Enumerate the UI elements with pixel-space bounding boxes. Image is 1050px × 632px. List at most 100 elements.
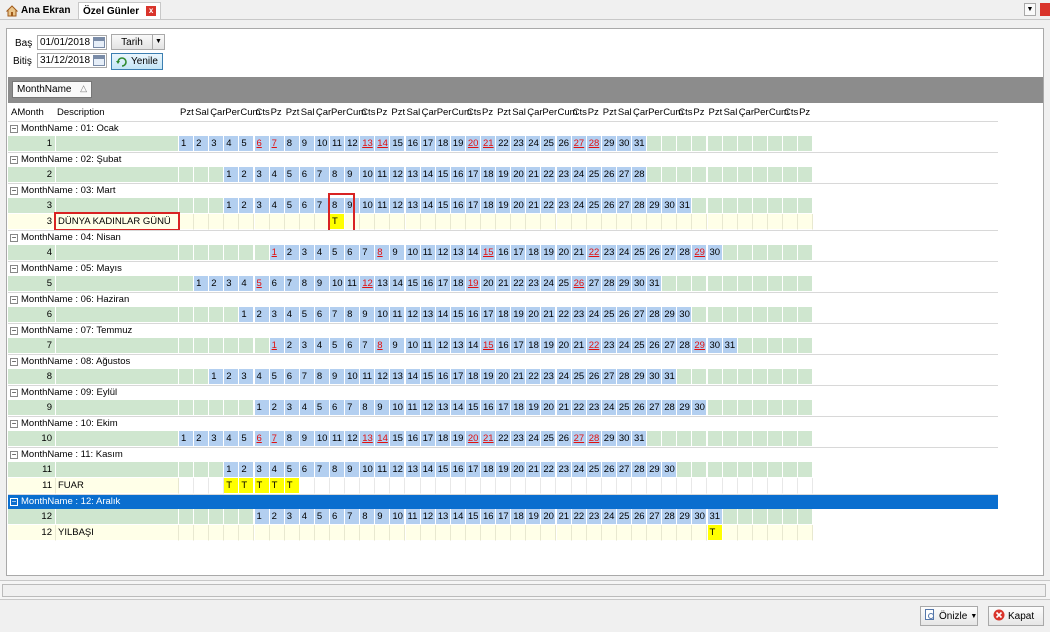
column-header-day[interactable]: Çar (422, 105, 437, 121)
day-cell[interactable]: 10 (375, 307, 391, 323)
day-cell[interactable]: 28 (632, 462, 648, 478)
event-day-cell[interactable] (269, 214, 285, 230)
event-day-cell[interactable] (677, 525, 693, 541)
event-day-cell[interactable] (571, 525, 587, 541)
event-day-cell[interactable] (239, 525, 255, 541)
event-day-cell[interactable] (194, 214, 210, 230)
day-cell[interactable]: 19 (481, 369, 497, 385)
day-cell[interactable]: 24 (601, 400, 617, 416)
day-cell[interactable]: 18 (481, 198, 497, 214)
day-cell[interactable]: 25 (586, 167, 602, 183)
event-day-cell[interactable] (767, 478, 783, 494)
table-row[interactable]: 8 1 2 3 4 5 6 7 8 9 10 11 12 13 14 15 16 17 18 19 20 21 22 23 24… (8, 369, 998, 385)
event-day-cell[interactable] (450, 214, 466, 230)
day-cell[interactable]: 20 (556, 338, 572, 354)
day-cell[interactable]: 12 (375, 369, 391, 385)
event-day-cell[interactable] (465, 525, 481, 541)
table-row[interactable]: 10 1 2 3 4 5 6 7 8 9 10 11 12 13 14 15 16 17 18 19 20 21 22 23 2… (8, 431, 998, 447)
column-header-day[interactable]: Pz (588, 105, 599, 121)
event-day-cell[interactable] (632, 214, 648, 230)
day-cell[interactable]: 10 (360, 198, 376, 214)
day-cell[interactable]: 22 (541, 198, 557, 214)
day-cell[interactable]: 4 (284, 307, 300, 323)
event-day-cell[interactable] (767, 214, 783, 230)
day-cell[interactable]: 7 (314, 462, 330, 478)
day-cell[interactable]: 25 (632, 245, 648, 261)
column-header-day[interactable]: Sal (195, 105, 209, 121)
day-cell[interactable]: 21 (556, 509, 572, 525)
event-row[interactable]: 11 FUAR T T T T T (8, 478, 998, 494)
column-header-day[interactable]: Sal (512, 105, 526, 121)
day-cell[interactable]: 22 (511, 276, 527, 292)
day-cell[interactable]: 17 (465, 167, 481, 183)
day-cell[interactable]: 14 (420, 167, 436, 183)
day-cell[interactable]: 19 (465, 276, 481, 292)
day-cell[interactable]: 8 (330, 462, 346, 478)
tab-list-dropdown[interactable]: ▼ (1024, 3, 1036, 16)
column-header-day[interactable]: Sal (407, 105, 421, 121)
column-header-day[interactable]: Per (648, 105, 663, 121)
event-day-cell[interactable] (692, 478, 708, 494)
day-cell[interactable]: 3 (224, 276, 240, 292)
day-cell[interactable]: 23 (511, 136, 527, 152)
day-cell[interactable]: 27 (616, 462, 632, 478)
event-day-cell[interactable] (481, 525, 497, 541)
day-cell[interactable]: 15 (390, 136, 406, 152)
day-cell[interactable]: 20 (541, 509, 557, 525)
event-mark-cell[interactable]: T (269, 478, 285, 494)
event-day-cell[interactable] (722, 214, 738, 230)
event-day-cell[interactable] (586, 214, 602, 230)
event-day-cell[interactable] (314, 525, 330, 541)
event-day-cell[interactable] (360, 478, 376, 494)
day-cell[interactable]: 14 (375, 136, 391, 152)
table-row[interactable]: 7 1 2 3 4 5 6 7 8 9 10 11 12 13 14 15 16 17 18 19 20 21 22 23 24… (8, 338, 998, 354)
day-cell[interactable]: 28 (601, 276, 617, 292)
day-cell[interactable]: 26 (556, 431, 572, 447)
day-cell[interactable]: 22 (586, 338, 602, 354)
day-cell[interactable]: 1 (239, 307, 255, 323)
day-cell[interactable]: 19 (450, 136, 466, 152)
day-cell[interactable]: 15 (481, 245, 497, 261)
table-row[interactable]: 1 1 2 3 4 5 6 7 8 9 10 11 12 13 14 15 16 17 18 19 20 21 22 23 24… (8, 136, 998, 152)
day-cell[interactable]: 24 (541, 276, 557, 292)
event-day-cell[interactable] (224, 214, 240, 230)
day-cell[interactable]: 2 (239, 167, 255, 183)
day-cell[interactable]: 29 (632, 369, 648, 385)
event-day-cell[interactable] (647, 525, 663, 541)
day-cell[interactable]: 26 (556, 136, 572, 152)
event-day-cell[interactable] (511, 525, 527, 541)
event-day-cell[interactable] (330, 525, 346, 541)
event-day-cell[interactable] (601, 478, 617, 494)
day-cell[interactable]: 1 (224, 167, 240, 183)
day-cell[interactable]: 22 (541, 167, 557, 183)
event-day-cell[interactable] (194, 478, 210, 494)
event-day-cell[interactable] (632, 525, 648, 541)
day-cell[interactable]: 20 (556, 245, 572, 261)
event-day-cell[interactable] (179, 478, 195, 494)
event-day-cell[interactable] (707, 214, 723, 230)
end-date-field[interactable]: 31/12/2018 (37, 53, 107, 68)
column-header-day[interactable]: Cts (467, 105, 481, 121)
day-cell[interactable]: 21 (526, 462, 542, 478)
day-cell[interactable]: 19 (450, 431, 466, 447)
day-cell[interactable]: 25 (556, 276, 572, 292)
day-cell[interactable]: 8 (345, 307, 361, 323)
event-day-cell[interactable] (692, 525, 708, 541)
day-cell[interactable]: 22 (541, 462, 557, 478)
day-cell[interactable]: 14 (435, 307, 451, 323)
collapse-icon[interactable]: − (10, 358, 18, 366)
day-cell[interactable]: 11 (375, 198, 391, 214)
event-day-cell[interactable] (752, 525, 768, 541)
day-cell[interactable]: 19 (526, 400, 542, 416)
day-cell[interactable]: 9 (330, 369, 346, 385)
column-header-day[interactable]: Pz (693, 105, 704, 121)
table-row[interactable]: 4 1 2 3 4 5 6 7 8 9 10 11 12 13 14 15 16 17 18 19 20 21 22 23 24… (8, 245, 998, 261)
event-day-cell[interactable] (541, 525, 557, 541)
day-cell[interactable]: 28 (616, 369, 632, 385)
day-cell[interactable]: 12 (435, 245, 451, 261)
column-header-amonth[interactable]: AMonth (11, 105, 44, 121)
column-header-day[interactable]: Pzt (497, 105, 511, 121)
day-cell[interactable]: 11 (375, 462, 391, 478)
day-cell[interactable]: 21 (481, 136, 497, 152)
day-cell[interactable]: 17 (496, 400, 512, 416)
